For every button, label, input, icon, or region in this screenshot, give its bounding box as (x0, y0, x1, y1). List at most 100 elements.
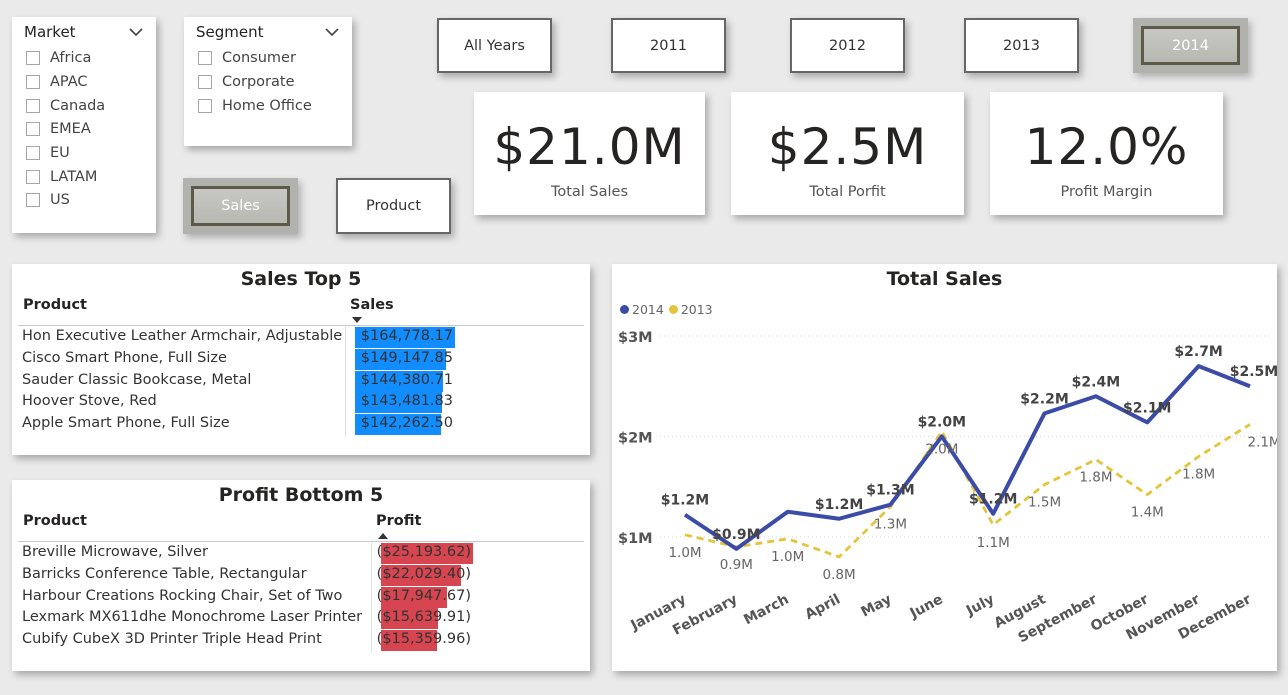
row-value: $144,380.71 (360, 371, 453, 388)
table-row[interactable]: Apple Smart Phone, Full Size $142,262.50 (22, 413, 582, 436)
kpi-profit-margin: 12.0% Profit Margin (990, 92, 1223, 215)
segment-option-consumer[interactable]: Consumer (198, 50, 296, 66)
row-value: $149,147.85 (360, 349, 453, 366)
row-product: Hoover Stove, Red (22, 393, 157, 410)
market-slicer-title: Market (24, 23, 76, 41)
y-tick-label: $3M (618, 330, 653, 346)
kpi-total-sales-value: $21.0M (493, 118, 686, 176)
checkbox[interactable] (26, 146, 40, 160)
sort-ascending-icon[interactable] (378, 533, 388, 539)
table-row[interactable]: Barricks Conference Table, Rectangular ($… (22, 564, 582, 586)
row-product: Hon Executive Leather Armchair, Adjustab… (22, 328, 343, 344)
series-line-2013 (684, 423, 1251, 559)
market-slicer-header[interactable]: Market (24, 23, 144, 41)
checkbox[interactable] (198, 75, 212, 89)
market-option-apac[interactable]: APAC (26, 74, 88, 90)
chevron-down-icon[interactable] (128, 27, 144, 37)
data-label-2014: $2.4M (1072, 374, 1120, 390)
data-label-2013: 1.8M (1182, 467, 1215, 483)
row-product: Cubify CubeX 3D Printer Triple Head Prin… (22, 631, 322, 648)
profit-bottom5-title: Profit Bottom 5 (218, 484, 384, 506)
data-label-2013: 1.3M (874, 517, 907, 533)
table-row[interactable]: Breville Microwave, Silver ($25,193.62) (22, 542, 582, 564)
checkbox[interactable] (26, 122, 40, 136)
data-label-2014: $1.2M (661, 493, 709, 509)
row-product: Cisco Smart Phone, Full Size (22, 349, 227, 366)
market-option-canada[interactable]: Canada (26, 98, 105, 114)
row-product: Sauder Classic Bookcase, Metal (22, 371, 252, 388)
checkbox[interactable] (198, 51, 212, 65)
row-value: $164,778.17 (360, 328, 453, 344)
market-option-africa[interactable]: Africa (26, 50, 91, 66)
y-tick-label: $1M (618, 531, 653, 547)
product-view-button[interactable]: Product (336, 178, 451, 234)
chevron-down-icon[interactable] (324, 27, 340, 37)
sales-top5-col-product[interactable]: Product (23, 297, 87, 313)
data-label-2014: $1.3M (866, 483, 914, 499)
x-tick-label: May (858, 591, 894, 620)
row-product: Lexmark MX611dhe Monochrome Laser Printe… (22, 609, 363, 626)
kpi-total-profit: $2.5M Total Porfit (731, 92, 964, 215)
segment-option-corporate[interactable]: Corporate (198, 74, 295, 90)
sales-top5-title: Sales Top 5 (240, 268, 362, 290)
year-2014-button[interactable]: 2014 (1133, 18, 1248, 73)
all-years-button[interactable]: All Years (437, 18, 552, 73)
row-value: $142,262.50 (360, 415, 453, 432)
segment-option-home-office[interactable]: Home Office (198, 98, 312, 114)
sales-view-button[interactable]: Sales (183, 178, 298, 234)
data-label-2013: 0.9M (720, 557, 753, 573)
table-row[interactable]: Sauder Classic Bookcase, Metal $144,380.7… (22, 370, 582, 392)
market-option-latam[interactable]: LATAM (26, 169, 97, 185)
row-value: ($25,193.62) (376, 544, 471, 560)
series-line-2014 (683, 364, 1251, 551)
market-option-eu[interactable]: EU (26, 145, 70, 161)
profit-bottom5-col-product[interactable]: Product (23, 513, 87, 529)
table-row[interactable]: Cisco Smart Phone, Full Size $149,147.85 (22, 348, 582, 370)
checkbox[interactable] (198, 99, 212, 113)
data-label-2014: $2.0M (918, 414, 966, 430)
checkbox[interactable] (26, 75, 40, 89)
checkbox[interactable] (26, 170, 40, 184)
row-value: ($15,359.96) (376, 631, 471, 648)
x-tick-label: June (907, 591, 946, 622)
row-product: Breville Microwave, Silver (22, 544, 208, 560)
checkbox[interactable] (26, 99, 40, 113)
data-label-2013: 1.0M (771, 549, 804, 565)
sort-descending-icon[interactable] (352, 317, 362, 323)
row-value: $143,481.83 (360, 393, 453, 410)
table-row[interactable]: Hoover Stove, Red $143,481.83 (22, 391, 582, 414)
segment-slicer-header[interactable]: Segment (196, 23, 340, 41)
year-2011-button[interactable]: 2011 (611, 18, 726, 73)
data-label-2014: $1.2M (969, 492, 1017, 508)
kpi-profit-margin-value: 12.0% (1024, 118, 1189, 176)
data-label-2014: $2.2M (1020, 391, 1068, 407)
year-2012-button[interactable]: 2012 (790, 18, 905, 73)
data-label-2013: 1.1M (977, 535, 1010, 551)
segment-slicer-title: Segment (196, 23, 264, 41)
data-label-2013: 0.8M (823, 567, 856, 583)
checkbox[interactable] (26, 193, 40, 207)
row-product: Apple Smart Phone, Full Size (22, 415, 230, 432)
row-value: ($15,639.91) (376, 609, 471, 626)
kpi-total-sales: $21.0M Total Sales (474, 92, 705, 215)
market-option-us[interactable]: US (26, 192, 70, 208)
market-option-emea[interactable]: EMEA (26, 121, 91, 137)
table-row[interactable]: Cubify CubeX 3D Printer Triple Head Prin… (22, 629, 582, 652)
profit-bottom5-col-profit[interactable]: Profit (376, 513, 421, 529)
x-tick-label: July (963, 591, 997, 619)
row-value: ($22,029.40) (376, 565, 471, 582)
sales-top5-col-sales[interactable]: Sales (350, 297, 394, 313)
kpi-total-sales-label: Total Sales (550, 184, 629, 200)
data-label-2014: $2.7M (1174, 344, 1222, 360)
checkbox[interactable] (26, 51, 40, 65)
data-label-2013: 1.4M (1131, 505, 1164, 521)
table-row[interactable]: Hon Executive Leather Armchair, Adjustab… (22, 326, 582, 348)
data-label-2013: 2.0M (925, 441, 958, 457)
table-row[interactable]: Harbour Creations Rocking Chair, Set of … (22, 586, 582, 608)
profit-bottom5-table: Profit Bottom 5 Product Profit Breville … (12, 480, 590, 671)
year-2013-button[interactable]: 2013 (964, 18, 1079, 73)
sales-top5-table: Sales Top 5 Product Sales Hon Executive … (12, 264, 590, 455)
table-row[interactable]: Lexmark MX611dhe Monochrome Laser Printe… (22, 607, 582, 630)
row-value: ($17,947.67) (376, 587, 471, 604)
data-label-2013: 1.0M (668, 545, 701, 561)
